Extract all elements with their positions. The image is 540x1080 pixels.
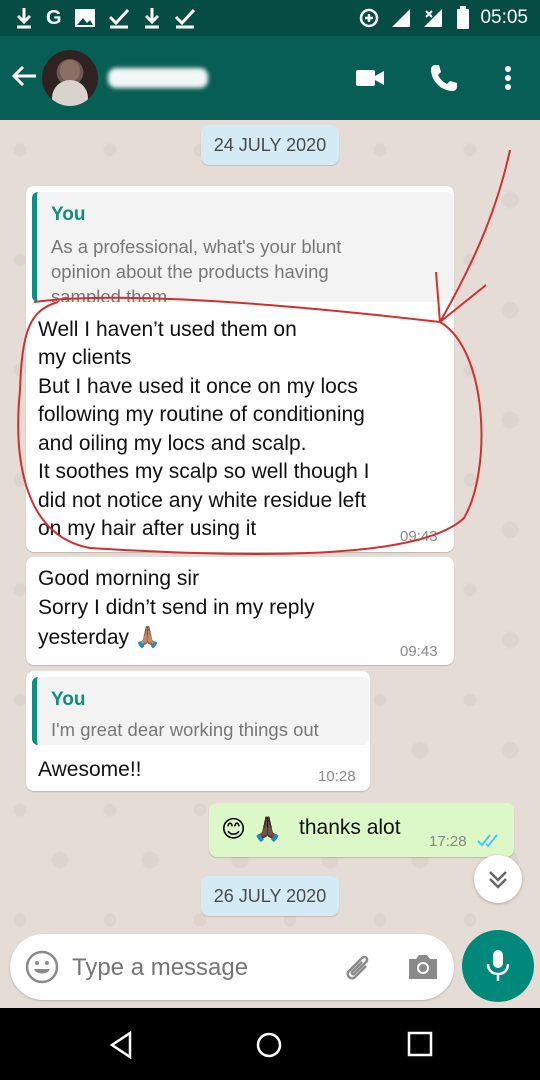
message-list[interactable]: 24 JULY 2020 You As a professional, what… — [0, 120, 540, 930]
scroll-to-bottom-button[interactable] — [474, 855, 522, 903]
outgoing-message-bubble[interactable]: 😊 🙏🏿 thanks alot 17:28 — [209, 803, 514, 857]
message-bubble[interactable]: Good morning sir Sorry I didn’t send in … — [26, 557, 454, 665]
message-time: 10:28 — [318, 768, 356, 785]
contact-name-redacted[interactable] — [108, 68, 208, 88]
message-text-line: my clients — [38, 346, 132, 369]
home-nav-icon[interactable] — [254, 1030, 284, 1060]
message-text-line: It soothes my scalp so well though I — [38, 460, 370, 483]
download-icon — [16, 8, 32, 29]
back-nav-icon[interactable] — [106, 1030, 136, 1060]
message-time: 09:43 — [400, 643, 438, 660]
message-text-line: yesterday 🙏🏽 — [38, 626, 162, 649]
message-bubble[interactable]: You As a professional, what's your blunt… — [26, 186, 454, 552]
quoted-text-line: I'm great dear working things out — [51, 719, 319, 740]
chat-header — [0, 36, 540, 120]
message-time: 17:28 — [429, 833, 467, 850]
avatar[interactable] — [42, 50, 98, 106]
video-call-icon[interactable] — [354, 62, 386, 94]
message-time: 09:43 — [400, 528, 438, 545]
back-arrow-icon[interactable] — [10, 62, 38, 90]
clock: 05:05 — [480, 7, 528, 28]
message-text-line: Awesome!! — [38, 758, 142, 781]
double-check-read-icon — [477, 834, 498, 848]
data-saver-icon — [360, 8, 379, 28]
mic-button[interactable] — [462, 930, 534, 1002]
google-icon: G — [46, 7, 62, 29]
quoted-sender: You — [51, 689, 86, 710]
message-composer[interactable] — [10, 934, 454, 1000]
message-emoji: 😊 🙏🏿 — [221, 816, 283, 843]
message-input[interactable] — [70, 950, 324, 986]
message-text-line: Well I haven’t used them on — [38, 318, 297, 341]
quoted-sender: You — [51, 204, 86, 225]
date-separator: 24 JULY 2020 — [201, 125, 339, 165]
quoted-text-line: As a professional, what's your blunt — [51, 236, 342, 257]
message-text-line: following my routine of conditioning — [38, 403, 365, 426]
download-icon — [144, 8, 159, 29]
system-icons: 05:05 — [358, 6, 528, 30]
quoted-message[interactable]: You As a professional, what's your blunt… — [32, 192, 453, 302]
image-icon — [74, 9, 95, 27]
mic-icon — [486, 950, 510, 981]
message-bubble[interactable]: You I'm great dear working things out Aw… — [26, 671, 370, 791]
emoji-icon[interactable] — [24, 949, 60, 985]
recents-nav-icon[interactable] — [406, 1030, 434, 1058]
check-icon — [174, 8, 195, 29]
date-separator: 26 JULY 2020 — [201, 876, 339, 916]
signal-icon — [392, 9, 411, 27]
quoted-text-line: opinion about the products having — [51, 261, 329, 282]
message-text-line: Good morning sir — [38, 567, 200, 590]
camera-icon[interactable] — [406, 950, 440, 984]
message-text-line: did not notice any white residue left — [38, 489, 367, 512]
system-nav-bar — [0, 1008, 540, 1080]
message-text-line: But I have used it once on my locs — [38, 375, 358, 398]
quoted-message[interactable]: You I'm great dear working things out — [32, 677, 369, 745]
double-chevron-down-icon — [489, 871, 507, 889]
quoted-text-line: sampled them — [51, 286, 168, 302]
message-text-line: Sorry I didn’t send in my reply — [38, 596, 315, 619]
message-text: thanks alot — [299, 816, 401, 839]
message-text-line: on my hair after using it — [38, 517, 257, 540]
battery-icon — [457, 6, 470, 29]
message-text-line: and oiling my locs and scalp. — [38, 432, 307, 455]
more-vert-icon[interactable] — [492, 62, 524, 94]
attach-icon[interactable] — [338, 948, 376, 986]
check-icon — [108, 8, 129, 29]
status-bar: G 05:05 — [0, 0, 540, 36]
phone-icon[interactable] — [428, 62, 460, 94]
signal-no-data-icon — [424, 9, 443, 27]
notification-icons: G — [14, 6, 196, 30]
